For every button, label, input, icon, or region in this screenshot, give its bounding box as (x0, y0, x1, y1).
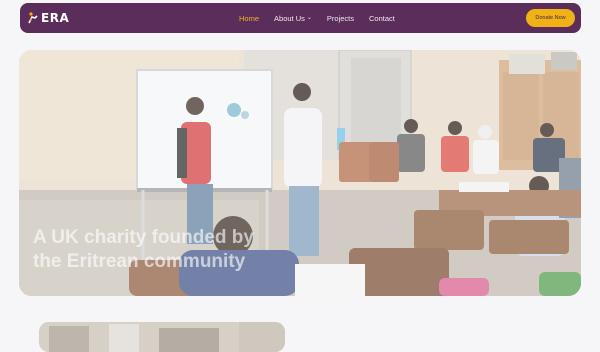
card-photo (39, 322, 285, 352)
nav-about-us[interactable]: About Us ⌄ (274, 14, 312, 23)
top-navbar: ERA Home About Us ⌄ Projects Contact Dona… (20, 3, 581, 33)
nav-home-label: Home (239, 13, 260, 23)
nav-projects[interactable]: Projects (327, 14, 354, 23)
main-menu: Home About Us ⌄ Projects Contact (239, 3, 395, 33)
nav-home[interactable]: Home (239, 14, 259, 23)
donate-now-button[interactable]: Donate Now (526, 9, 575, 27)
logo[interactable]: ERA (28, 11, 69, 25)
nav-contact-label: Contact (369, 13, 395, 23)
nav-about-label: About Us (274, 13, 305, 23)
chevron-down-icon: ⌄ (306, 15, 312, 21)
hero-heading-line-1: A UK charity founded by (33, 227, 254, 248)
content-card-peek (39, 322, 285, 352)
hero-heading-line-2: the Eritrean community (33, 251, 246, 272)
logo-icon (28, 12, 38, 24)
nav-projects-label: Projects (326, 13, 354, 23)
logo-text: ERA (41, 11, 70, 25)
nav-contact[interactable]: Contact (369, 14, 395, 23)
hero-heading: A UK charity founded by the Eritrean com… (33, 226, 433, 274)
hero-banner: A UK charity founded by the Eritrean com… (19, 50, 581, 296)
